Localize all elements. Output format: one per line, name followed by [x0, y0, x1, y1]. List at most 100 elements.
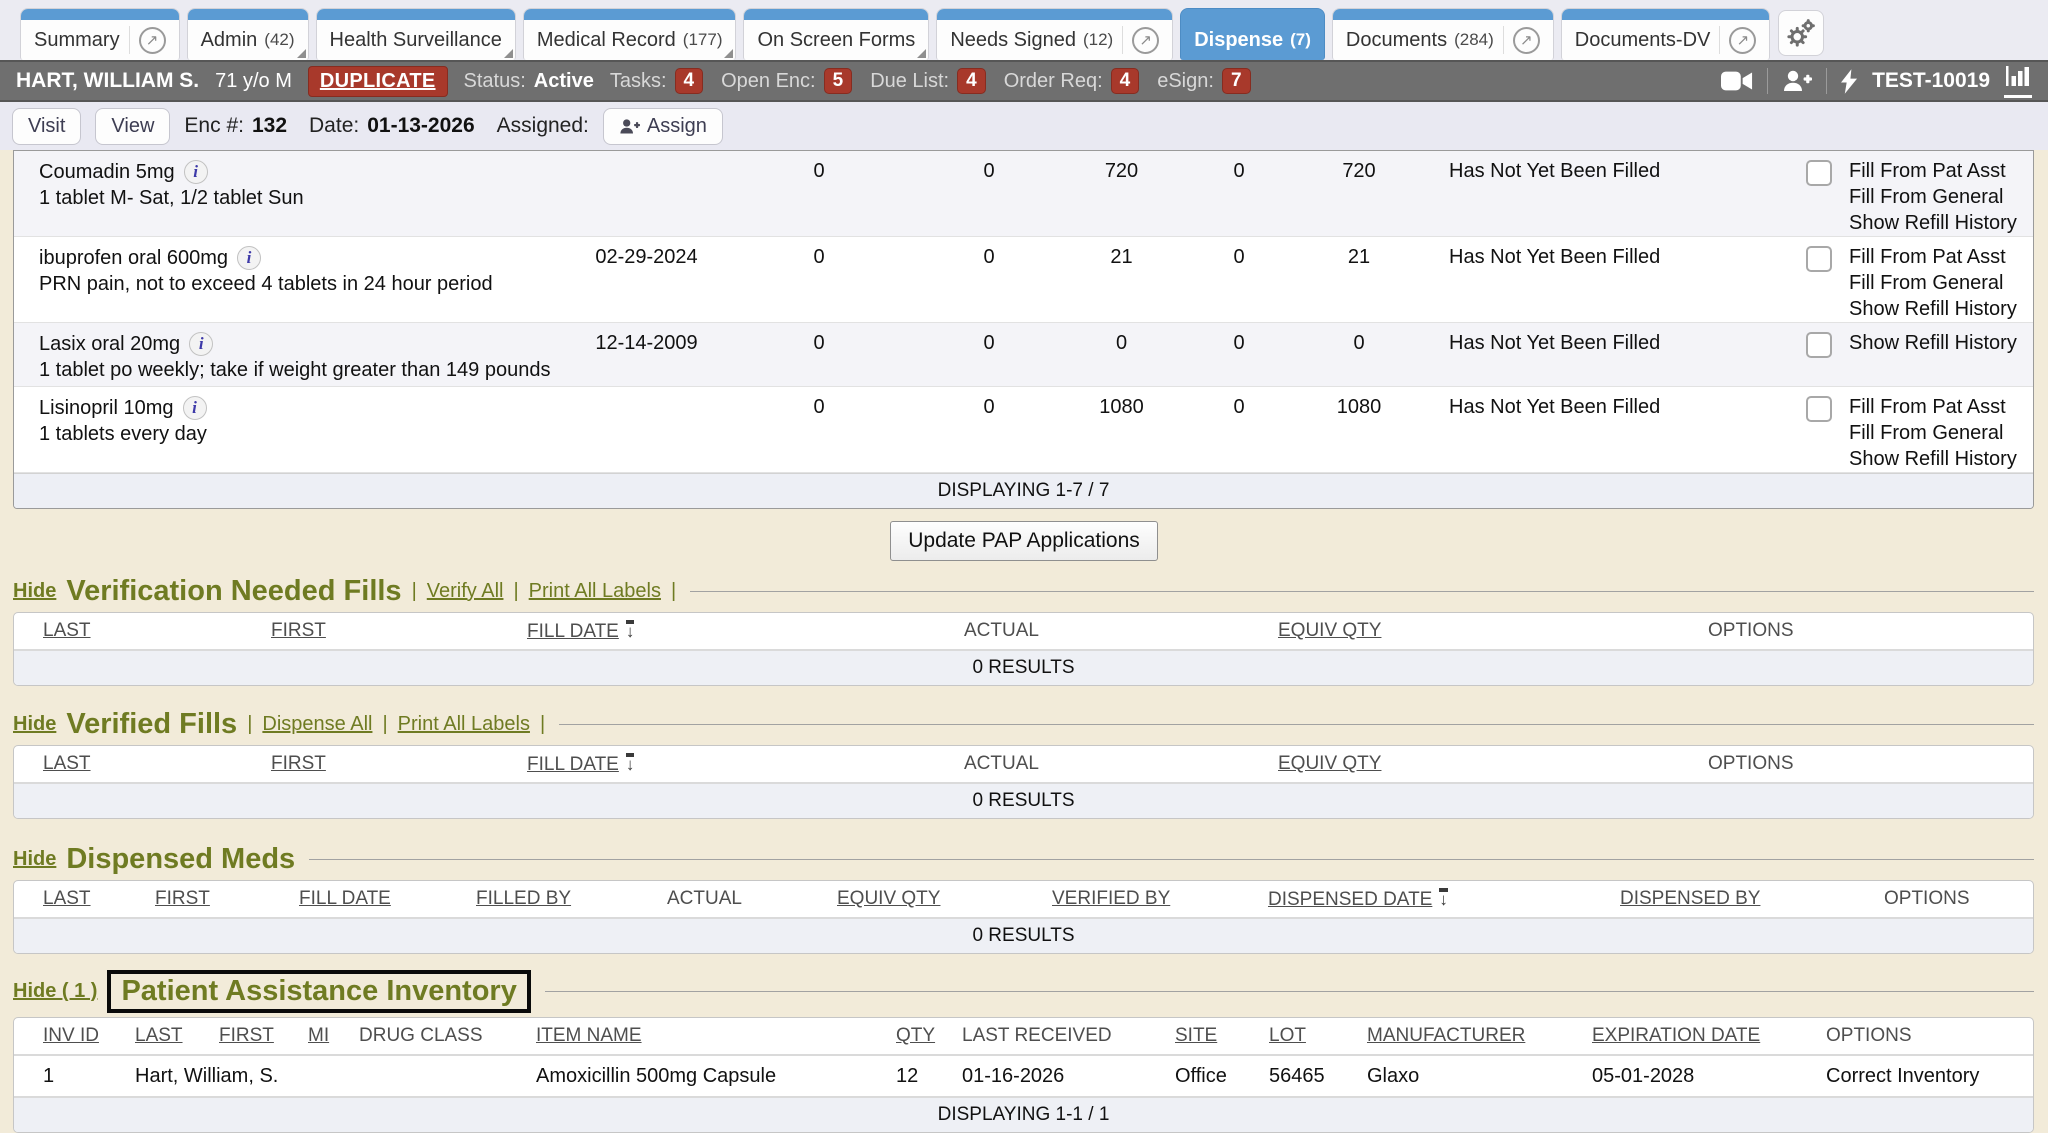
row-checkbox[interactable]	[1806, 396, 1832, 422]
info-icon[interactable]: i	[183, 396, 207, 420]
dispense-all-link[interactable]: Dispense All	[262, 713, 372, 736]
counter-badge[interactable]: 4	[675, 68, 704, 94]
vitals-chart-button[interactable]	[2004, 64, 2032, 98]
column-header-last[interactable]: LAST	[43, 888, 91, 909]
lightning-bolt-icon[interactable]	[1841, 69, 1858, 94]
tab-accent-strip	[317, 9, 515, 20]
table-cell: Glaxo	[1367, 1065, 1592, 1088]
tab-summary[interactable]: Summary↗	[20, 8, 180, 60]
external-link-icon[interactable]: ↗	[1132, 27, 1159, 54]
patient-status: Status: Active	[464, 70, 594, 93]
counter-badge[interactable]: 4	[957, 68, 986, 94]
bar-chart-icon	[2005, 64, 2031, 88]
counter-badge[interactable]: 5	[824, 68, 853, 94]
option-show-refill-history-link[interactable]: Show Refill History	[1849, 298, 2033, 321]
info-icon[interactable]: i	[237, 246, 261, 270]
tab-dispense[interactable]: Dispense(7)	[1180, 8, 1325, 60]
add-person-icon[interactable]	[1782, 69, 1812, 93]
tab-documents[interactable]: Documents(284)↗	[1332, 8, 1554, 60]
view-button[interactable]: View	[95, 108, 170, 145]
tab-admin[interactable]: Admin(42)	[187, 8, 309, 60]
column-header-first[interactable]: FIRST	[271, 753, 326, 774]
column-header-dispensed-date[interactable]: DISPENSED DATE	[1268, 889, 1432, 910]
duplicate-badge[interactable]: DUPLICATE	[308, 66, 448, 97]
tab-medical-record[interactable]: Medical Record(177)	[523, 8, 737, 60]
column-header-verified-by[interactable]: VERIFIED BY	[1052, 888, 1170, 909]
hide-link[interactable]: Hide	[13, 848, 56, 871]
column-header-dispensed-by[interactable]: DISPENSED BY	[1620, 888, 1760, 909]
tab-documents-dv[interactable]: Documents-DV↗	[1561, 8, 1771, 60]
row-checkbox[interactable]	[1806, 332, 1832, 358]
section-column-headers: LASTFIRSTFILL DATE↓ACTUALEQUIV QTYOPTION…	[14, 613, 2033, 649]
section-title: Verification Needed Fills	[66, 575, 401, 608]
column-header-equiv-qty[interactable]: EQUIV QTY	[837, 888, 940, 909]
update-pap-applications-button[interactable]: Update PAP Applications	[890, 521, 1158, 561]
column-header-expiration-date[interactable]: EXPIRATION DATE	[1592, 1025, 1760, 1046]
column-header-first[interactable]: FIRST	[219, 1025, 274, 1046]
external-link-icon[interactable]: ↗	[1513, 27, 1540, 54]
column-header-qty[interactable]: QTY	[896, 1025, 935, 1046]
tab-needs-signed[interactable]: Needs Signed(12)↗	[936, 8, 1173, 60]
column-header-manufacturer[interactable]: MANUFACTURER	[1367, 1025, 1525, 1046]
video-camera-icon[interactable]	[1721, 70, 1753, 92]
column-header-filled-by[interactable]: FILLED BY	[476, 888, 571, 909]
assign-button-label: Assign	[647, 115, 707, 138]
column-header-cell: LOT	[1269, 1025, 1367, 1047]
hide-link[interactable]: Hide ( 1 )	[13, 980, 97, 1003]
sort-descending-icon[interactable]: ↓	[626, 620, 635, 639]
sort-descending-icon[interactable]: ↓	[1439, 888, 1448, 907]
option-fill-from-general-link[interactable]: Fill From General	[1849, 272, 2033, 295]
column-header-options: OPTIONS	[1884, 888, 1970, 909]
tab-fold-corner-icon	[724, 49, 733, 58]
tab-health-surveillance[interactable]: Health Surveillance	[316, 8, 516, 60]
column-header-inv-id[interactable]: INV ID	[43, 1025, 99, 1046]
option-fill-from-pat-asst-link[interactable]: Fill From Pat Asst	[1849, 396, 2033, 419]
table-cell: 01-16-2026	[962, 1065, 1175, 1088]
print-all-labels-link[interactable]: Print All Labels	[398, 713, 530, 736]
column-header-item-name[interactable]: ITEM NAME	[536, 1025, 642, 1046]
row-checkbox[interactable]	[1806, 160, 1832, 186]
external-link-icon[interactable]: ↗	[139, 27, 166, 54]
column-header-last[interactable]: LAST	[135, 1025, 183, 1046]
counter-badge[interactable]: 4	[1111, 68, 1140, 94]
print-all-labels-link[interactable]: Print All Labels	[529, 580, 661, 603]
verify-all-link[interactable]: Verify All	[427, 580, 504, 603]
option-show-refill-history-link[interactable]: Show Refill History	[1849, 332, 2033, 355]
column-header-last[interactable]: LAST	[43, 620, 91, 641]
column-header-fill-date[interactable]: FILL DATE	[527, 621, 619, 642]
column-header-lot[interactable]: LOT	[1269, 1025, 1306, 1046]
option-fill-from-pat-asst-link[interactable]: Fill From Pat Asst	[1849, 160, 2033, 183]
column-header-site[interactable]: SITE	[1175, 1025, 1217, 1046]
option-show-refill-history-link[interactable]: Show Refill History	[1849, 212, 2033, 235]
column-header-fill-date[interactable]: FILL DATE	[527, 754, 619, 775]
column-header-equiv-qty[interactable]: EQUIV QTY	[1278, 753, 1381, 774]
tab-settings-button[interactable]	[1778, 10, 1824, 56]
option-fill-from-pat-asst-link[interactable]: Fill From Pat Asst	[1849, 246, 2033, 269]
option-fill-from-general-link[interactable]: Fill From General	[1849, 186, 2033, 209]
row-checkbox[interactable]	[1806, 246, 1832, 272]
info-icon[interactable]: i	[189, 332, 213, 356]
option-fill-from-general-link[interactable]: Fill From General	[1849, 422, 2033, 445]
hide-link[interactable]: Hide	[13, 713, 56, 736]
hide-link[interactable]: Hide	[13, 580, 56, 603]
column-header-first[interactable]: FIRST	[155, 888, 210, 909]
medication-qty-n1: 0	[719, 396, 919, 419]
column-header-equiv-qty[interactable]: EQUIV QTY	[1278, 620, 1381, 641]
assign-button[interactable]: Assign	[603, 108, 723, 145]
column-header-last[interactable]: LAST	[43, 753, 91, 774]
tab-count-badge: (42)	[264, 30, 294, 50]
dispense-screen: Summary↗Admin(42)Health SurveillanceMedi…	[0, 0, 2048, 1133]
sort-descending-icon[interactable]: ↓	[626, 753, 635, 772]
tab-strip-container: Summary↗Admin(42)Health SurveillanceMedi…	[20, 8, 1770, 60]
column-header-fill-date[interactable]: FILL DATE	[299, 888, 391, 909]
option-show-refill-history-link[interactable]: Show Refill History	[1849, 448, 2033, 471]
counter-badge[interactable]: 7	[1222, 68, 1251, 94]
column-header-first[interactable]: FIRST	[271, 620, 326, 641]
legend-rule	[309, 859, 2034, 860]
external-link-icon[interactable]: ↗	[1729, 27, 1756, 54]
visit-button[interactable]: Visit	[12, 108, 81, 145]
info-icon[interactable]: i	[184, 160, 208, 184]
tab-on-screen-forms[interactable]: On Screen Forms	[743, 8, 929, 60]
section-verified-fills: HideVerified Fills|Dispense All|Print Al…	[13, 708, 2034, 819]
column-header-mi[interactable]: MI	[308, 1025, 329, 1046]
